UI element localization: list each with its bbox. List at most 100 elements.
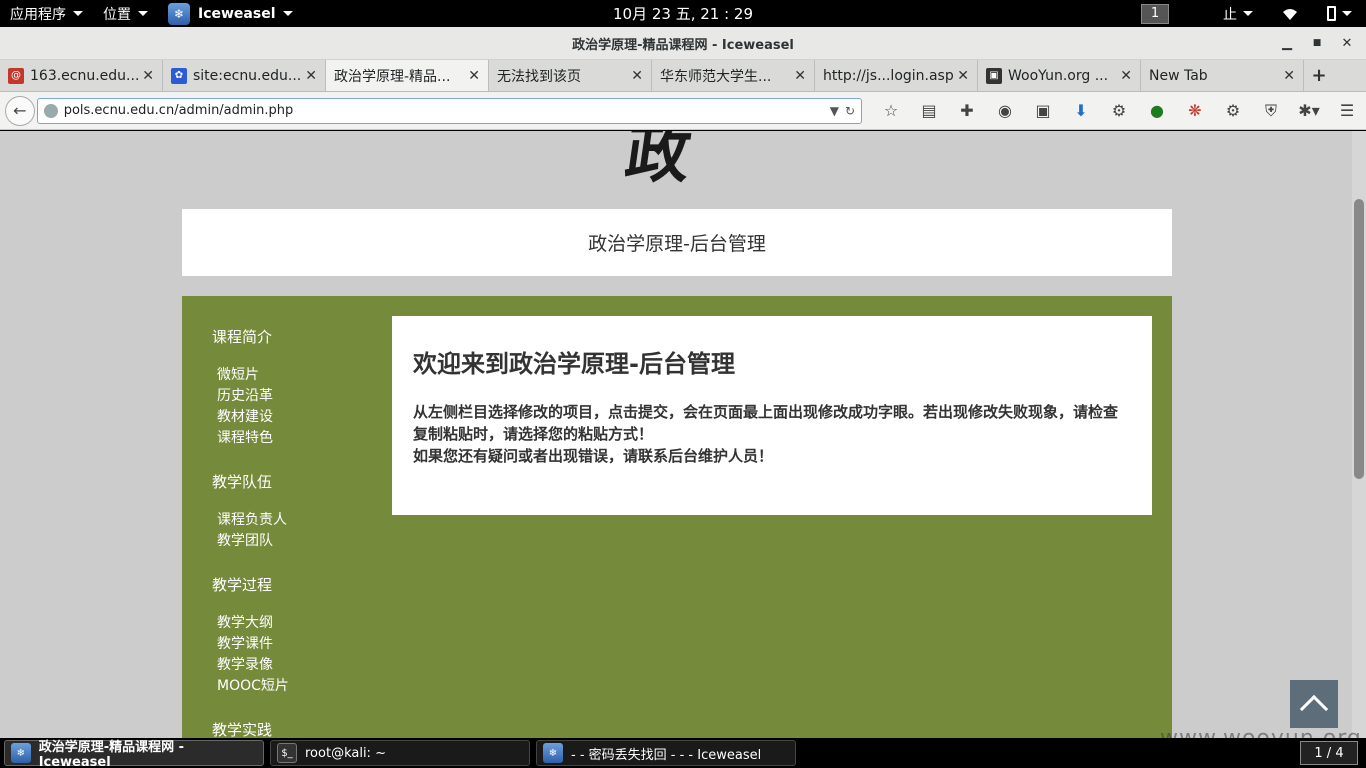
maximize-icon: ■ xyxy=(1312,38,1322,48)
tab-ecnu-students[interactable]: 华东师范大学生... ✕ xyxy=(652,60,815,91)
baidu-favicon-icon: ✿ xyxy=(171,67,187,84)
sidebar-item-courseware[interactable]: 教学课件 xyxy=(212,634,382,655)
sidebar-item-syllabus[interactable]: 教学大纲 xyxy=(212,613,382,634)
applications-menu-label: 应用程序 xyxy=(10,6,66,23)
new-tab-button[interactable]: + xyxy=(1304,60,1334,91)
close-tab-icon[interactable]: ✕ xyxy=(468,68,480,84)
task-iceweasel-politics[interactable]: ❄ 政治学原理-精品课程网 - Iceweasel xyxy=(4,740,264,768)
battery-icon xyxy=(1327,6,1336,21)
minimize-button[interactable]: ▁ xyxy=(1276,33,1298,53)
reader-icon[interactable]: ▣ xyxy=(1024,96,1062,126)
app-menu[interactable]: ❄ Iceweasel xyxy=(158,0,303,27)
window-titlebar[interactable]: 政治学原理-精品课程网 - Iceweasel ▁ ■ ✕ xyxy=(0,27,1366,60)
sidebar-item-course-lead[interactable]: 课程负责人 xyxy=(212,510,382,531)
places-menu[interactable]: 位置 xyxy=(93,0,158,27)
app-menu-label: Iceweasel xyxy=(198,5,276,22)
wifi-icon[interactable] xyxy=(1267,7,1313,21)
sidebar-item-history[interactable]: 历史沿革 xyxy=(212,386,382,407)
welcome-panel: 欢迎来到政治学原理-后台管理 从左侧栏目选择修改的项目，点击提交，会在页面最上面… xyxy=(392,316,1152,515)
window-title: 政治学原理-精品课程网 - Iceweasel xyxy=(572,37,794,53)
system-menu[interactable] xyxy=(1313,6,1366,21)
task-label: root@kali: ~ xyxy=(305,745,386,761)
red-addon-icon[interactable]: ❋ xyxy=(1176,96,1214,126)
chevron-down-icon xyxy=(282,11,293,16)
applications-menu[interactable]: 应用程序 xyxy=(0,0,93,27)
sidebar-item-micro-film[interactable]: 微短片 xyxy=(212,365,382,386)
tab-new-tab[interactable]: New Tab ✕ xyxy=(1141,60,1304,91)
tab-strip: @ 163.ecnu.edu.... ✕ ✿ site:ecnu.edu....… xyxy=(0,60,1366,92)
mail-favicon-icon: @ xyxy=(8,67,24,84)
welcome-instructions: 从左侧栏目选择修改的项目，点击提交，会在页面最上面出现修改成功字眼。若出现修改失… xyxy=(413,403,1119,443)
green-addon-icon[interactable]: ● xyxy=(1138,96,1176,126)
scrollbar-thumb[interactable] xyxy=(1354,199,1364,479)
back-to-top-button[interactable] xyxy=(1290,680,1338,728)
tab-politics-active[interactable]: 政治学原理-精品... ✕ xyxy=(326,60,489,91)
chevron-down-icon xyxy=(138,11,148,16)
close-window-button[interactable]: ✕ xyxy=(1336,33,1358,53)
page-content: 政 政治学原理-后台管理 课程简介 微短片 历史沿革 教材建设 课程特色 教学队… xyxy=(0,131,1352,738)
close-tab-icon[interactable]: ✕ xyxy=(142,68,154,84)
chevron-down-icon xyxy=(73,11,83,16)
arrow-left-icon: ← xyxy=(13,101,27,120)
bottom-taskbar: ❄ 政治学原理-精品课程网 - Iceweasel $_ root@kali: … xyxy=(0,738,1366,768)
workspace-pager[interactable]: 1 / 4 xyxy=(1300,741,1358,765)
iceweasel-icon: ❄ xyxy=(543,743,563,763)
iceweasel-icon: ❄ xyxy=(11,743,31,763)
close-tab-icon[interactable]: ✕ xyxy=(1120,68,1132,84)
top-panel: 应用程序 位置 ❄ Iceweasel 10月 23 五, 21 : 29 1 … xyxy=(0,0,1366,27)
terminal-icon: $_ xyxy=(277,743,297,763)
tab-label: site:ecnu.edu.... xyxy=(193,67,302,84)
bookmarks-list-icon[interactable]: ▤ xyxy=(910,96,948,126)
close-tab-icon[interactable]: ✕ xyxy=(305,68,317,84)
page-header: 政治学原理-后台管理 xyxy=(182,209,1172,276)
admin-sidebar: 课程简介 微短片 历史沿革 教材建设 课程特色 教学队伍 课程负责人 教学团队 … xyxy=(212,326,382,738)
sidebar-item-team[interactable]: 教学团队 xyxy=(212,531,382,552)
addon-circle-icon[interactable]: ◉ xyxy=(986,96,1024,126)
tab-site-ecnu[interactable]: ✿ site:ecnu.edu.... ✕ xyxy=(163,60,326,91)
tab-163-ecnu[interactable]: @ 163.ecnu.edu.... ✕ xyxy=(0,60,163,91)
history-dropdown-icon[interactable]: ▼ xyxy=(830,104,839,118)
task-terminal[interactable]: $_ root@kali: ~ xyxy=(270,740,530,766)
close-icon: ✕ xyxy=(1341,35,1353,51)
tab-label: 无法找到该页 xyxy=(497,68,581,85)
close-tab-icon[interactable]: ✕ xyxy=(794,68,806,84)
navigation-toolbar: ← ▼ ↻ ☆ ▤ ✚ ◉ ▣ ⬇ ⚙ ● ❋ ⚙ ⛨ ✱▾ ☰ xyxy=(0,92,1366,130)
hamburger-menu-icon[interactable]: ☰ xyxy=(1328,96,1366,126)
addons-puzzle-icon[interactable]: ✚ xyxy=(948,96,986,126)
sidebar-item-video[interactable]: 教学录像 xyxy=(212,655,382,676)
task-iceweasel-password[interactable]: ❄ - - 密码丢失找回 - - - Iceweasel xyxy=(536,740,796,766)
minimize-icon: ▁ xyxy=(1282,35,1292,51)
sidebar-item-features[interactable]: 课程特色 xyxy=(212,428,382,449)
tab-login-asp[interactable]: http://js...login.asp ✕ xyxy=(815,60,978,91)
close-tab-icon[interactable]: ✕ xyxy=(957,68,969,84)
sidebar-group-course-intro: 课程简介 微短片 历史沿革 教材建设 课程特色 xyxy=(212,326,382,449)
close-tab-icon[interactable]: ✕ xyxy=(1283,68,1295,84)
shield-icon[interactable]: ⛨ xyxy=(1252,96,1290,126)
tab-page-not-found[interactable]: 无法找到该页 ✕ xyxy=(489,60,652,91)
settings-gear-icon[interactable]: ⚙ xyxy=(1100,96,1138,126)
sidebar-group-title: 教学过程 xyxy=(212,576,273,594)
vertical-scrollbar[interactable] xyxy=(1352,131,1366,738)
sidebar-item-textbook[interactable]: 教材建设 xyxy=(212,407,382,428)
sidebar-item-mooc[interactable]: MOOC短片 xyxy=(212,676,382,697)
url-bar[interactable]: ▼ ↻ xyxy=(36,97,862,124)
reload-icon[interactable]: ↻ xyxy=(845,104,855,118)
back-button[interactable]: ← xyxy=(5,95,35,126)
plus-icon: + xyxy=(1311,65,1327,86)
input-method-menu[interactable]: 止 xyxy=(1209,4,1267,24)
maximize-button[interactable]: ■ xyxy=(1306,33,1328,53)
site-logo: 政 xyxy=(620,131,696,192)
chevron-down-icon xyxy=(1243,11,1253,16)
workspace-indicator[interactable]: 1 xyxy=(1141,3,1169,24)
tab-wooyun[interactable]: ▣ WooYun.org ... ✕ xyxy=(978,60,1141,91)
gear-addon-icon[interactable]: ⚙ xyxy=(1214,96,1252,126)
close-tab-icon[interactable]: ✕ xyxy=(631,68,643,84)
tab-label: http://js...login.asp xyxy=(823,67,954,84)
download-icon[interactable]: ⬇ xyxy=(1062,96,1100,126)
tab-label: WooYun.org ... xyxy=(1008,67,1109,84)
places-menu-label: 位置 xyxy=(103,6,131,23)
bookmark-star-icon[interactable]: ☆ xyxy=(872,96,910,126)
input-method-label: 止 xyxy=(1223,6,1237,23)
proxy-addon-icon[interactable]: ✱▾ xyxy=(1290,96,1328,126)
url-input[interactable] xyxy=(63,103,824,118)
